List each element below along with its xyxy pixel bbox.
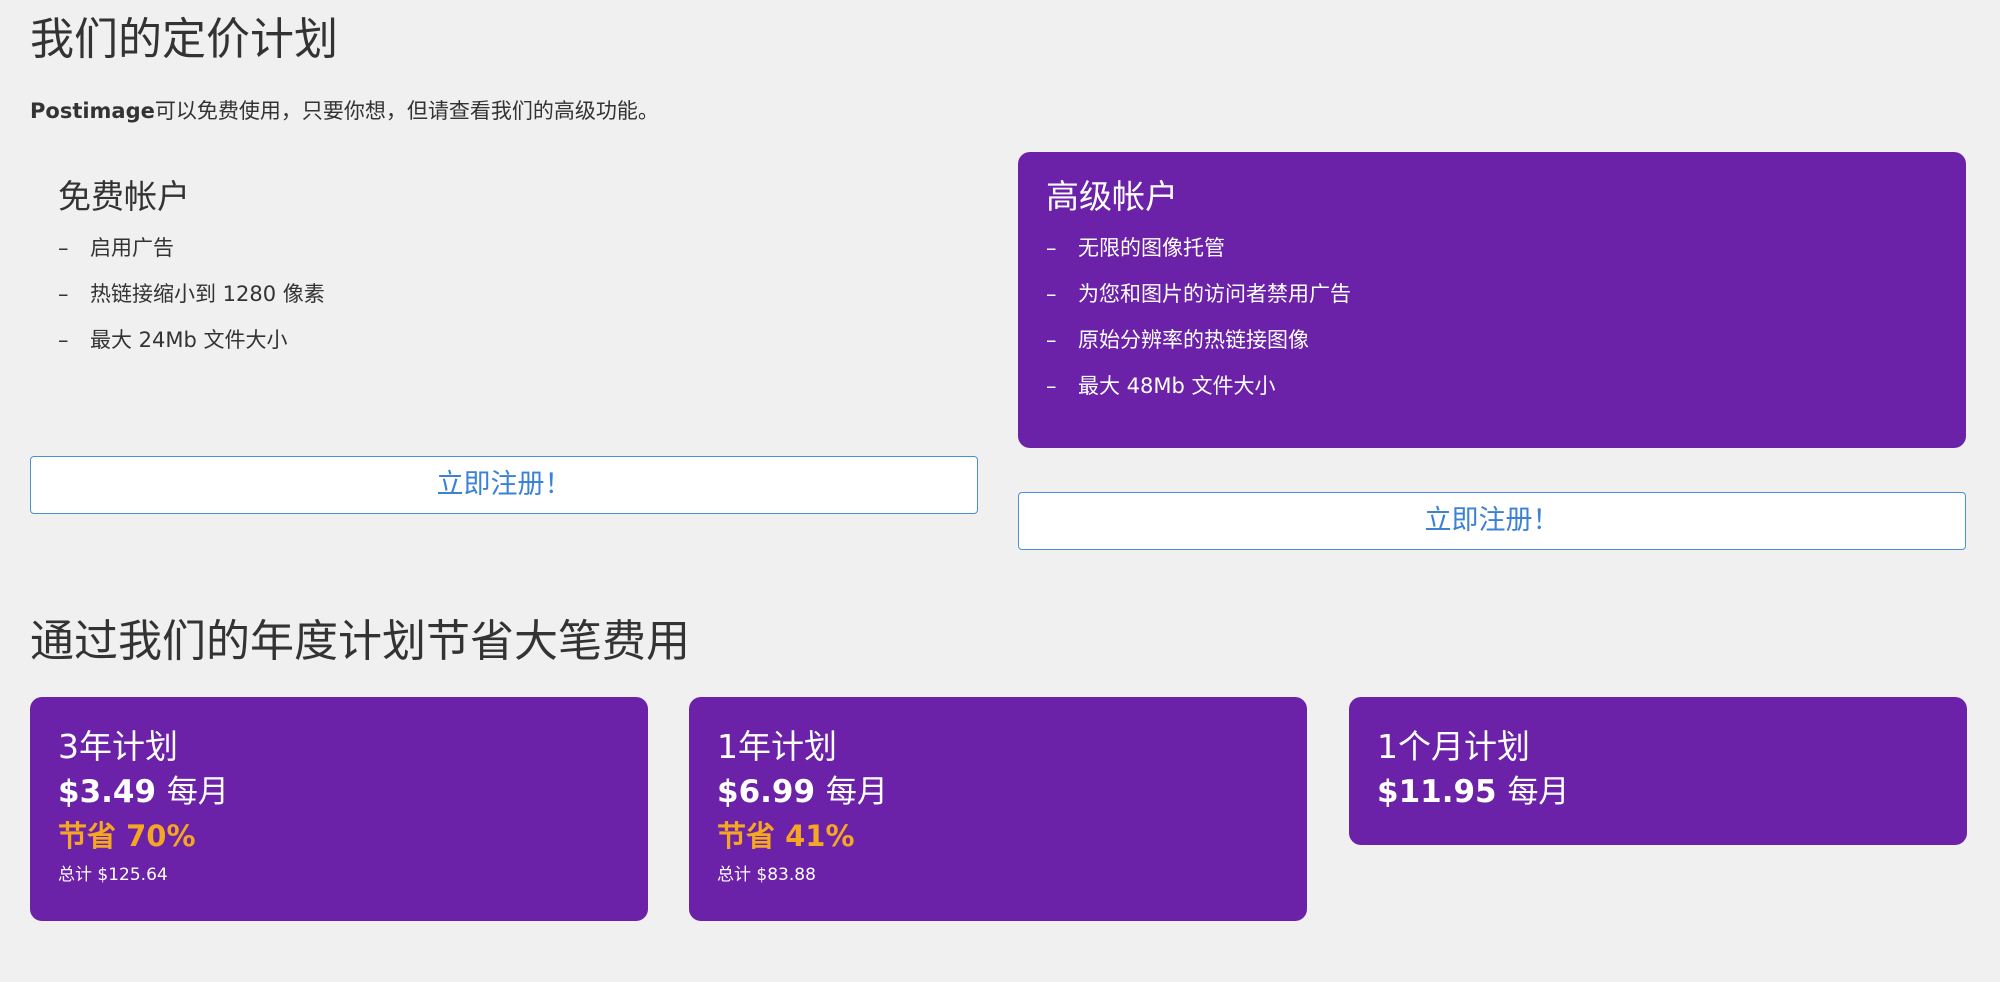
annual-plan-card-1-month[interactable]: 1个月计划 $11.95 每月 (1349, 697, 1967, 845)
feature-item: – 原始分辨率的热链接图像 (1046, 326, 1938, 354)
feature-item: – 启用广告 (58, 234, 950, 262)
feature-item: – 热链接缩小到 1280 像素 (58, 280, 950, 308)
intro-text: Postimage可以免费使用，只要你想，但请查看我们的高级功能。 (30, 94, 659, 128)
annual-plan-price: $11.95 每月 (1377, 769, 1939, 815)
free-plan-title: 免费帐户 (58, 177, 190, 216)
annual-plan-card-1-year[interactable]: 1年计划 $6.99 每月 节省 41% 总计 $83.88 (689, 697, 1307, 921)
dash-icon: – (1046, 328, 1057, 352)
free-signup-button[interactable]: 立即注册！ (30, 456, 978, 514)
feature-label: 热链接缩小到 1280 像素 (90, 282, 325, 306)
price-amount: $11.95 (1377, 774, 1497, 810)
feature-label: 原始分辨率的热链接图像 (1078, 328, 1309, 352)
free-plan-card: 免费帐户 – 启用广告 – 热链接缩小到 1280 像素 – 最大 24Mb 文… (30, 152, 978, 440)
free-plan-features: – 启用广告 – 热链接缩小到 1280 像素 – 最大 24Mb 文件大小 (58, 234, 950, 354)
annual-plans-title: 通过我们的年度计划节省大笔费用 (30, 616, 690, 667)
dash-icon: – (58, 328, 69, 352)
dash-icon: – (58, 282, 69, 306)
price-amount: $3.49 (58, 774, 157, 810)
total-price: 总计 $83.88 (717, 865, 816, 885)
free-plan-column: 免费帐户 – 启用广告 – 热链接缩小到 1280 像素 – 最大 24Mb 文… (30, 152, 978, 514)
dash-icon: – (1046, 282, 1057, 306)
annual-plan-name: 1年计划 (717, 727, 837, 766)
dash-icon: – (1046, 236, 1057, 260)
price-amount: $6.99 (717, 774, 816, 810)
intro-brand: Postimage (30, 99, 155, 123)
premium-plan-card: 高级帐户 – 无限的图像托管 – 为您和图片的访问者禁用广告 – 原始分辨率的热… (1018, 152, 1966, 448)
intro-description: 可以免费使用，只要你想，但请查看我们的高级功能。 (154, 99, 659, 123)
feature-label: 无限的图像托管 (1078, 236, 1225, 260)
annual-plan-price: $3.49 每月 (58, 769, 620, 815)
annual-plan-name: 1个月计划 (1377, 727, 1530, 766)
feature-label: 最大 48Mb 文件大小 (1078, 374, 1276, 398)
savings-label: 节省 41% (717, 819, 855, 853)
dash-icon: – (1046, 374, 1057, 398)
total-price: 总计 $125.64 (58, 865, 168, 885)
feature-label: 最大 24Mb 文件大小 (90, 328, 288, 352)
savings-label: 节省 70% (58, 819, 196, 853)
feature-label: 启用广告 (90, 236, 174, 260)
premium-plan-features: – 无限的图像托管 – 为您和图片的访问者禁用广告 – 原始分辨率的热链接图像 … (1046, 234, 1938, 400)
annual-plan-card-3-year[interactable]: 3年计划 $3.49 每月 节省 70% 总计 $125.64 (30, 697, 648, 921)
feature-item: – 最大 24Mb 文件大小 (58, 326, 950, 354)
page-title: 我们的定价计划 (30, 14, 338, 65)
feature-item: – 最大 48Mb 文件大小 (1046, 372, 1938, 400)
premium-plan-title: 高级帐户 (1046, 177, 1178, 216)
premium-plan-column: 高级帐户 – 无限的图像托管 – 为您和图片的访问者禁用广告 – 原始分辨率的热… (1018, 152, 1966, 550)
annual-plan-price: $6.99 每月 (717, 769, 1279, 815)
price-period: 每月 (166, 774, 229, 810)
feature-label: 为您和图片的访问者禁用广告 (1078, 282, 1351, 306)
dash-icon: – (58, 236, 69, 260)
price-period: 每月 (1507, 774, 1570, 810)
feature-item: – 无限的图像托管 (1046, 234, 1938, 262)
feature-item: – 为您和图片的访问者禁用广告 (1046, 280, 1938, 308)
annual-plan-name: 3年计划 (58, 727, 178, 766)
price-period: 每月 (825, 774, 888, 810)
premium-signup-button[interactable]: 立即注册！ (1018, 492, 1966, 550)
